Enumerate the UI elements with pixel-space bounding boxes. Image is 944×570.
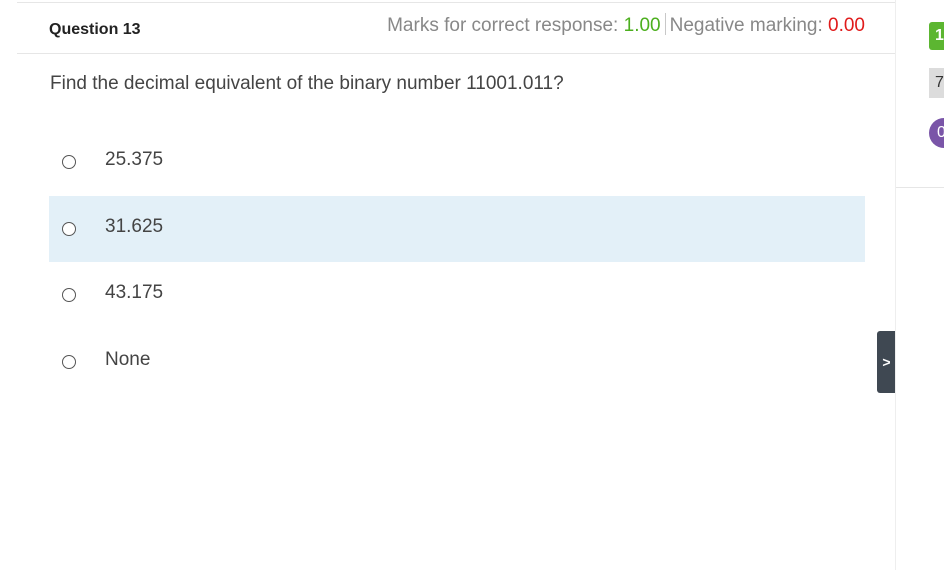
negative-marking-value: 0.00 bbox=[828, 15, 865, 36]
option-2[interactable]: 31.625 bbox=[49, 196, 865, 262]
option-4[interactable]: None bbox=[49, 329, 865, 395]
radio-button[interactable] bbox=[62, 288, 76, 302]
panel-toggle-button[interactable]: > bbox=[877, 331, 896, 393]
question-title: Question 13 bbox=[49, 21, 141, 38]
question-text: Find the decimal equivalent of the binar… bbox=[50, 73, 564, 94]
marks-label: Marks for correct response: bbox=[387, 15, 619, 36]
negative-marking-label: Negative marking: bbox=[669, 15, 823, 36]
marks-separator bbox=[664, 13, 666, 35]
marks-value: 1.00 bbox=[623, 15, 661, 36]
marks-info: Marks for correct response: 1.00 Negative… bbox=[387, 13, 865, 37]
marked-review-count-badge[interactable]: 0 bbox=[929, 118, 944, 148]
option-label: 43.175 bbox=[105, 282, 164, 303]
radio-button[interactable] bbox=[62, 222, 76, 236]
question-page: Question 13 Marks for correct response: … bbox=[0, 0, 944, 570]
option-3[interactable]: 43.175 bbox=[49, 262, 865, 328]
radio-button[interactable] bbox=[62, 355, 76, 369]
option-label: 25.375 bbox=[105, 149, 164, 170]
option-label: None bbox=[105, 349, 151, 370]
question-header: Question 13 Marks for correct response: … bbox=[17, 3, 895, 54]
option-1[interactable]: 25.375 bbox=[49, 129, 865, 195]
right-panel-divider bbox=[895, 0, 896, 570]
right-panel-separator bbox=[896, 187, 944, 188]
not-visited-count-badge[interactable]: 7 bbox=[929, 68, 944, 98]
radio-button[interactable] bbox=[62, 155, 76, 169]
answered-count-badge[interactable]: 1 bbox=[929, 22, 944, 50]
option-label: 31.625 bbox=[105, 216, 164, 237]
